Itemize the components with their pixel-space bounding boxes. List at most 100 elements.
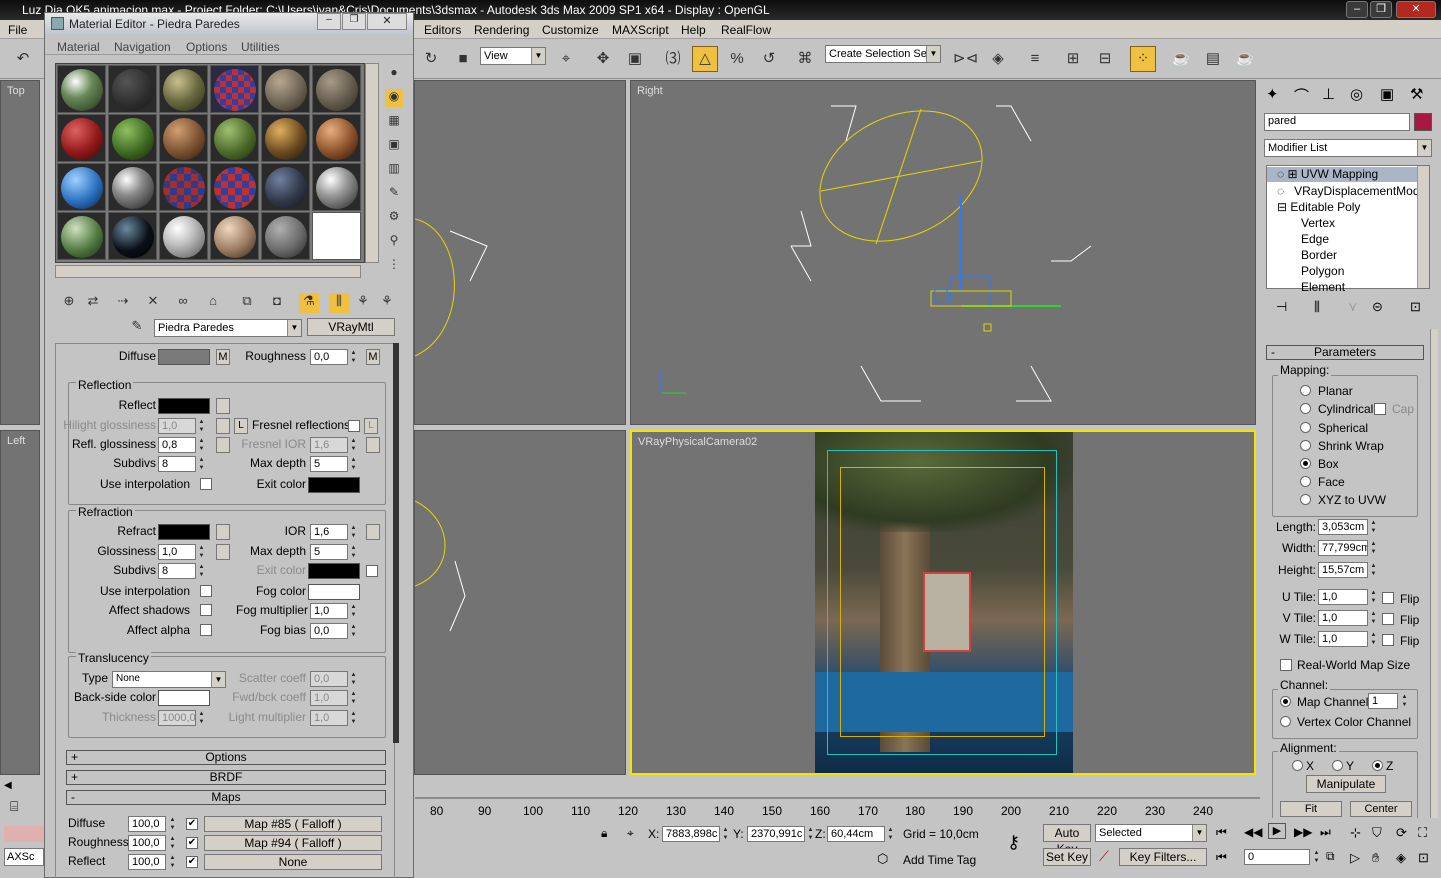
w-flip-checkbox[interactable] — [1382, 634, 1394, 646]
scroll-left-icon[interactable]: ◀ — [4, 780, 16, 794]
roughness-map-button[interactable]: M — [366, 349, 380, 365]
z-coord-spinner[interactable]: ▲ ▼ — [886, 826, 895, 842]
radio-align-z[interactable] — [1372, 760, 1383, 771]
fwd-bck-coeff-spinner[interactable]: ▲ ▼ — [349, 690, 358, 706]
zoom-all-icon[interactable]: ⛉ — [1372, 825, 1382, 841]
fog-bias-spinner[interactable]: ▲ ▼ — [349, 623, 358, 639]
viewport-left-right-part[interactable] — [414, 430, 626, 775]
key-icon[interactable]: ⚷ — [1007, 832, 1020, 853]
radio-align-y[interactable] — [1332, 760, 1343, 771]
pick-from-object-icon[interactable]: ⚘ — [377, 293, 397, 313]
refl-glossiness-input[interactable]: 0,8 — [158, 437, 196, 453]
real-world-map-size-checkbox[interactable] — [1280, 659, 1292, 671]
sample-type-icon[interactable]: ● — [385, 65, 403, 83]
make-unique-stack-icon[interactable]: ⋎ — [1348, 299, 1358, 315]
minimize-button[interactable]: – — [1346, 1, 1368, 18]
maximize-button[interactable]: ❐ — [1370, 1, 1392, 18]
previous-frame-icon[interactable]: ◀◀ — [1244, 825, 1262, 839]
refl-use-interpolation-checkbox[interactable] — [200, 478, 212, 490]
u-tile-spinner[interactable]: ▲ ▼ — [1369, 589, 1378, 605]
me-minimize-button[interactable]: – — [317, 13, 341, 30]
redo-rotate-icon[interactable]: ↻ — [418, 46, 444, 72]
refract-swatch[interactable] — [158, 524, 210, 540]
light-multiplier-input[interactable]: 1,0 — [310, 710, 348, 726]
refr-subdivs-input[interactable]: 8 — [158, 563, 196, 579]
width-spinner[interactable]: ▲ ▼ — [1369, 540, 1378, 556]
listener-indicator[interactable] — [4, 826, 44, 842]
me-menu-options[interactable]: Options — [186, 40, 227, 54]
percent-snap-icon[interactable]: % — [724, 46, 750, 72]
map-channel-input[interactable]: 1 — [1368, 693, 1398, 709]
material-map-navigator-icon[interactable]: ⋮ — [385, 257, 403, 275]
refr-use-interpolation-checkbox[interactable] — [200, 585, 212, 597]
slots-horizontal-scrollbar[interactable] — [55, 265, 361, 278]
refr-max-depth-spinner[interactable]: ▲ ▼ — [349, 544, 358, 560]
thickness-spinner[interactable]: ▲ ▼ — [197, 710, 206, 726]
v-flip-checkbox[interactable] — [1382, 613, 1394, 625]
map-diffuse-amount[interactable]: 100,0 — [128, 816, 166, 832]
set-key-button[interactable]: Set Key — [1043, 848, 1091, 866]
assign-to-selection-icon[interactable]: ⇢ — [113, 293, 133, 313]
menu-realflow[interactable]: RealFlow — [721, 23, 771, 37]
width-input[interactable]: 77,799cm — [1318, 540, 1368, 556]
u-tile-input[interactable]: 1,0 — [1318, 589, 1368, 605]
menu-file[interactable]: File — [8, 23, 27, 37]
stack-item-element[interactable]: Element — [1301, 280, 1345, 294]
radio-xyz-to-uvw[interactable] — [1300, 494, 1311, 505]
material-slot[interactable] — [210, 65, 259, 113]
go-to-start-icon[interactable]: ⏮ — [1216, 825, 1227, 840]
map-reflect-checkbox[interactable]: ✔ — [186, 856, 198, 868]
map-roughness-spinner[interactable]: ▲ ▼ — [168, 835, 177, 851]
object-name-input[interactable]: pared — [1264, 113, 1410, 131]
put-to-library-icon[interactable]: ⌂ — [203, 293, 223, 313]
refl-max-depth-input[interactable]: 5 — [310, 456, 348, 472]
reference-coord-dropdown[interactable]: View ▼ — [480, 47, 546, 65]
menu-maxscript[interactable]: MAXScript — [612, 23, 669, 37]
modifier-list-dropdown[interactable]: Modifier List ▼ — [1264, 139, 1432, 157]
play-icon[interactable]: ▶ — [1268, 823, 1286, 839]
radio-spherical[interactable] — [1300, 422, 1311, 433]
hilight-glossiness-input[interactable]: 1,0 — [158, 418, 196, 434]
w-tile-spinner[interactable]: ▲ ▼ — [1369, 631, 1378, 647]
height-input[interactable]: 15,57cm — [1318, 562, 1368, 578]
manipulate-button[interactable]: Manipulate — [1306, 775, 1386, 793]
fresnel-ior-spinner[interactable]: ▲ ▼ — [349, 437, 358, 453]
radio-cylindrical[interactable] — [1300, 403, 1311, 414]
field-of-view-icon[interactable]: ▷ — [1350, 850, 1360, 866]
menu-rendering[interactable]: Rendering — [474, 23, 529, 37]
layer-manager-icon[interactable]: ≡ — [1022, 46, 1048, 72]
pin-stack-icon[interactable]: ⊣ — [1276, 299, 1287, 315]
fresnel-lock-button[interactable]: L — [364, 418, 378, 434]
radio-map-channel[interactable] — [1280, 696, 1291, 707]
map-reflect-spinner[interactable]: ▲ ▼ — [168, 854, 177, 870]
render-setup-icon[interactable]: ☕ — [1168, 46, 1194, 72]
configure-modifier-sets-icon[interactable]: ⊡ — [1410, 299, 1421, 315]
y-coord-input[interactable]: 2370,991c — [747, 826, 805, 842]
stack-item-vertex[interactable]: Vertex — [1301, 216, 1335, 230]
viewport-top[interactable]: Top — [0, 80, 40, 425]
align-icon[interactable]: ◈ — [985, 46, 1011, 72]
map-roughness-checkbox[interactable]: ✔ — [186, 837, 198, 849]
refr-glossiness-spinner[interactable]: ▲ ▼ — [197, 544, 206, 560]
ior-map-button[interactable] — [366, 524, 380, 540]
material-slot[interactable] — [108, 65, 157, 113]
refl-subdivs-spinner[interactable]: ▲ ▼ — [197, 456, 206, 472]
key-mode-icon[interactable]: ⏮ — [1216, 850, 1227, 865]
absolute-mode-icon[interactable]: ⌖ — [627, 826, 634, 841]
create-tab-icon[interactable]: ✦ — [1266, 85, 1279, 103]
command-panel-scrollbar[interactable] — [1430, 329, 1438, 818]
add-time-tag-label[interactable]: Add Time Tag — [903, 853, 976, 867]
diffuse-map-button[interactable]: M — [216, 349, 230, 365]
menu-help[interactable]: Help — [681, 23, 706, 37]
radio-planar[interactable] — [1300, 385, 1311, 396]
viewport-left[interactable]: Left — [0, 430, 40, 775]
select-manipulate-icon[interactable]: ✥ — [590, 46, 616, 72]
viewport-right[interactable]: Right — [630, 80, 1256, 425]
orbit-icon[interactable]: ⟳ — [1396, 825, 1407, 841]
make-unique-icon[interactable]: ∞ — [173, 293, 193, 313]
roughness-spinner[interactable]: ▲ ▼ — [349, 349, 358, 365]
fog-color-swatch[interactable] — [308, 584, 360, 600]
menu-customize[interactable]: Customize — [542, 23, 599, 37]
backlight-icon[interactable]: ◉ — [385, 89, 403, 107]
slots-vertical-scrollbar[interactable] — [365, 63, 379, 263]
